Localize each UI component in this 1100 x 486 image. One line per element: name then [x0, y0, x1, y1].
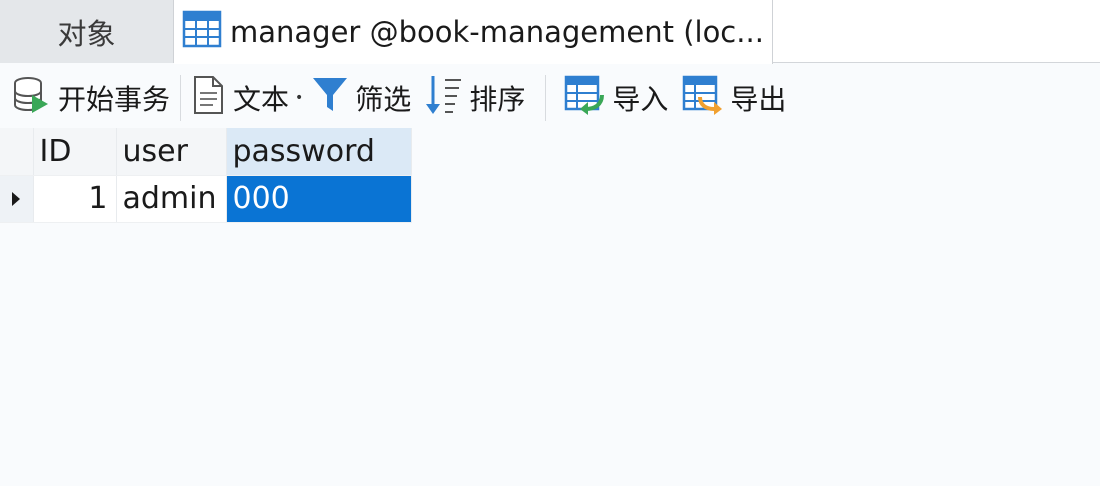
export-icon — [682, 75, 724, 122]
database-transaction-icon — [12, 75, 52, 122]
cell-user[interactable]: admin — [116, 175, 227, 223]
row-indicator-header — [0, 128, 34, 176]
import-button[interactable]: 导入 — [564, 72, 668, 124]
import-label: 导入 — [612, 83, 669, 116]
column-header-password[interactable]: password — [226, 128, 412, 176]
tab-objects[interactable]: 对象 — [0, 0, 174, 63]
export-button[interactable]: 导出 — [682, 72, 786, 124]
filter-label: 筛选 — [355, 83, 412, 116]
column-header-label: ID — [39, 133, 72, 169]
tab-bar-empty-area — [773, 0, 1100, 63]
grid-header-row: ID user password — [0, 128, 412, 176]
column-header-label: password — [232, 133, 375, 169]
text-label: 文本 — [233, 83, 290, 116]
cell-id[interactable]: 1 — [33, 175, 117, 223]
begin-transaction-button[interactable]: 开始事务 — [0, 72, 170, 124]
filter-funnel-icon — [311, 75, 349, 122]
tab-manager-table[interactable]: manager @book-management (loc... — [174, 0, 773, 64]
current-row-arrow-icon — [10, 181, 22, 216]
import-icon — [564, 75, 606, 122]
tab-objects-label: 对象 — [57, 16, 116, 51]
sort-icon — [423, 74, 463, 123]
text-button[interactable]: 文本 • — [191, 72, 303, 124]
cell-password[interactable]: 000 — [226, 175, 412, 223]
sort-label: 排序 — [469, 83, 526, 116]
dropdown-indicator-icon[interactable]: • — [295, 90, 303, 106]
column-header-id[interactable]: ID — [33, 128, 117, 176]
table-icon — [182, 10, 222, 55]
data-grid: ID user password 1 admin 000 — [0, 128, 412, 223]
tab-manager-label: manager @book-management (loc... — [230, 15, 764, 49]
toolbar: 开始事务 文本 • 筛选 排序 导入 导出 — [0, 70, 1100, 126]
sort-button[interactable]: 排序 — [423, 72, 525, 124]
table-row[interactable]: 1 admin 000 — [0, 175, 412, 223]
tab-bar: 对象 manager @book-management (loc... — [0, 0, 1100, 64]
filter-button[interactable]: 筛选 — [311, 72, 411, 124]
row-indicator[interactable] — [0, 175, 34, 223]
document-icon — [191, 75, 225, 122]
column-header-user[interactable]: user — [116, 128, 227, 176]
export-label: 导出 — [730, 83, 787, 116]
column-header-label: user — [122, 133, 188, 169]
begin-transaction-label: 开始事务 — [58, 83, 171, 116]
toolbar-divider — [545, 75, 547, 121]
toolbar-divider — [180, 75, 182, 121]
